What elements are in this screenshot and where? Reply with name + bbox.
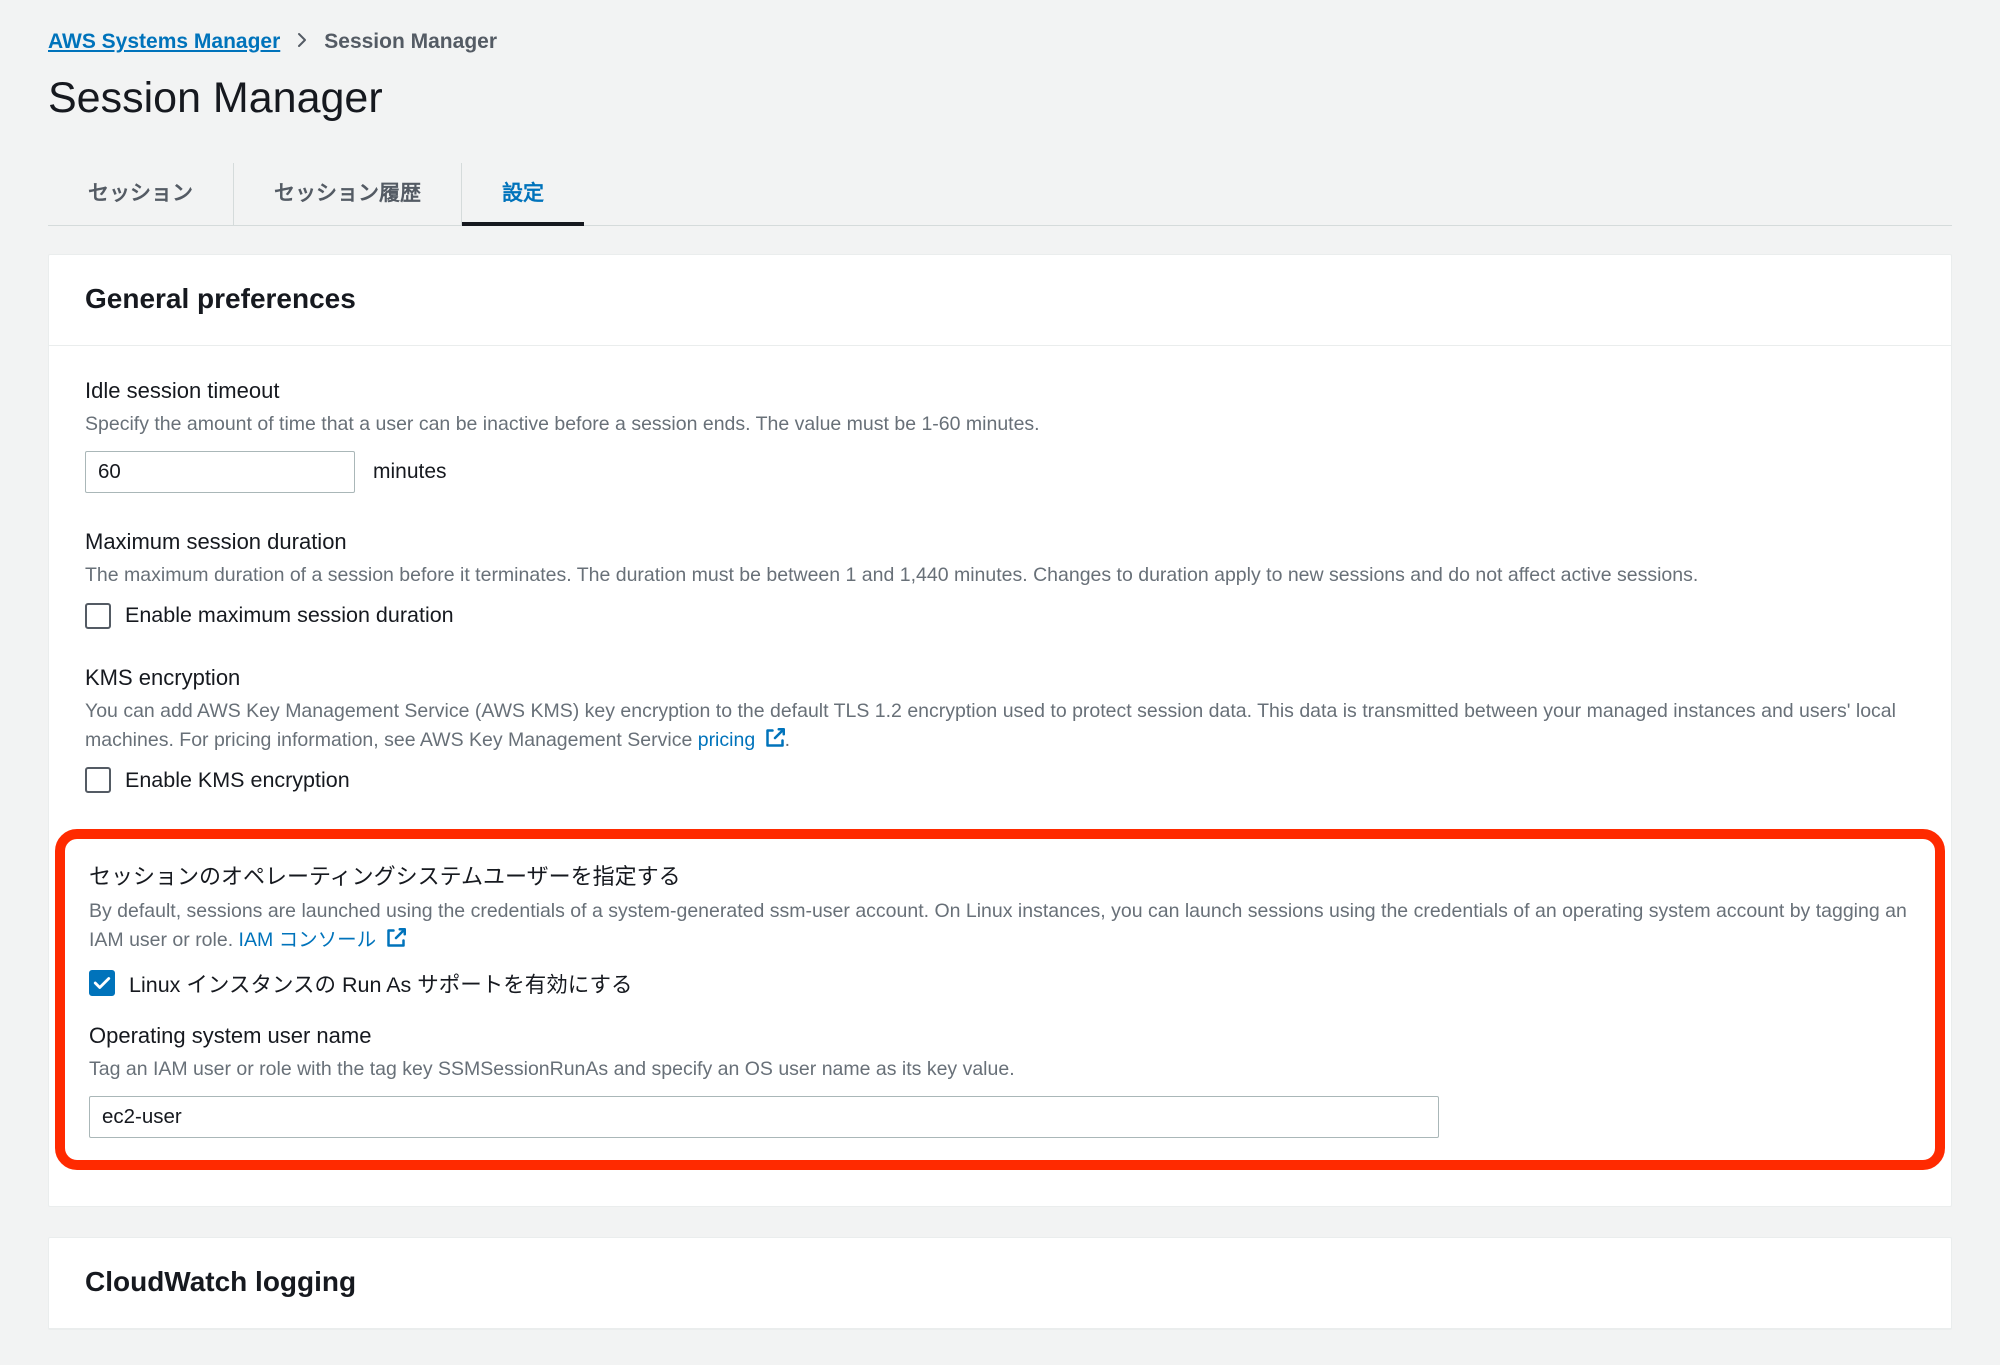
- max-duration-title: Maximum session duration: [85, 529, 1915, 555]
- runas-desc: By default, sessions are launched using …: [89, 897, 1911, 956]
- runas-checkbox-label: Linux インスタンスの Run As サポートを有効にする: [129, 968, 633, 999]
- kms-checkbox-label: Enable KMS encryption: [125, 768, 350, 793]
- os-user-name-desc: Tag an IAM user or role with the tag key…: [89, 1055, 1911, 1084]
- kms-pricing-link[interactable]: pricing: [698, 729, 785, 751]
- runas-title: セッションのオペレーティングシステムユーザーを指定する: [89, 859, 1911, 891]
- page-title: Session Manager: [48, 74, 1952, 123]
- breadcrumb-root-link[interactable]: AWS Systems Manager: [48, 30, 280, 54]
- general-preferences-heading: General preferences: [49, 255, 1951, 346]
- external-link-icon: [765, 728, 785, 748]
- field-os-user-name: Operating system user name Tag an IAM us…: [89, 1023, 1911, 1138]
- max-duration-desc: The maximum duration of a session before…: [85, 561, 1915, 590]
- tabs: セッション セッション履歴 設定: [48, 163, 1952, 226]
- external-link-icon: [386, 928, 406, 948]
- kms-desc-suffix: .: [785, 729, 790, 751]
- tab-settings[interactable]: 設定: [462, 163, 584, 225]
- iam-console-link[interactable]: IAM コンソール: [239, 929, 406, 951]
- cloudwatch-logging-heading: CloudWatch logging: [49, 1238, 1951, 1329]
- kms-checkbox[interactable]: [85, 767, 111, 793]
- runas-checkbox[interactable]: [89, 970, 115, 996]
- highlight-runas: セッションのオペレーティングシステムユーザーを指定する By default, …: [55, 829, 1945, 1170]
- os-user-name-title: Operating system user name: [89, 1023, 1911, 1049]
- chevron-right-icon: [294, 30, 310, 54]
- os-user-name-input[interactable]: [89, 1096, 1439, 1138]
- breadcrumb-current: Session Manager: [324, 30, 497, 54]
- max-duration-checkbox-label: Enable maximum session duration: [125, 603, 454, 628]
- max-duration-checkbox[interactable]: [85, 603, 111, 629]
- field-runas: セッションのオペレーティングシステムユーザーを指定する By default, …: [89, 859, 1911, 999]
- idle-timeout-input[interactable]: [85, 451, 355, 493]
- idle-timeout-desc: Specify the amount of time that a user c…: [85, 410, 1915, 439]
- field-kms-encryption: KMS encryption You can add AWS Key Manag…: [85, 665, 1915, 794]
- kms-desc: You can add AWS Key Management Service (…: [85, 697, 1915, 756]
- tab-session-history[interactable]: セッション履歴: [234, 163, 462, 225]
- general-preferences-panel: General preferences Idle session timeout…: [48, 254, 1952, 1207]
- field-idle-timeout: Idle session timeout Specify the amount …: [85, 378, 1915, 493]
- idle-timeout-unit: minutes: [373, 460, 447, 484]
- tab-sessions[interactable]: セッション: [48, 163, 234, 225]
- cloudwatch-logging-panel: CloudWatch logging: [48, 1237, 1952, 1330]
- idle-timeout-title: Idle session timeout: [85, 378, 1915, 404]
- breadcrumb: AWS Systems Manager Session Manager: [48, 30, 1952, 54]
- field-max-duration: Maximum session duration The maximum dur…: [85, 529, 1915, 628]
- kms-desc-prefix: You can add AWS Key Management Service (…: [85, 700, 1896, 751]
- kms-title: KMS encryption: [85, 665, 1915, 691]
